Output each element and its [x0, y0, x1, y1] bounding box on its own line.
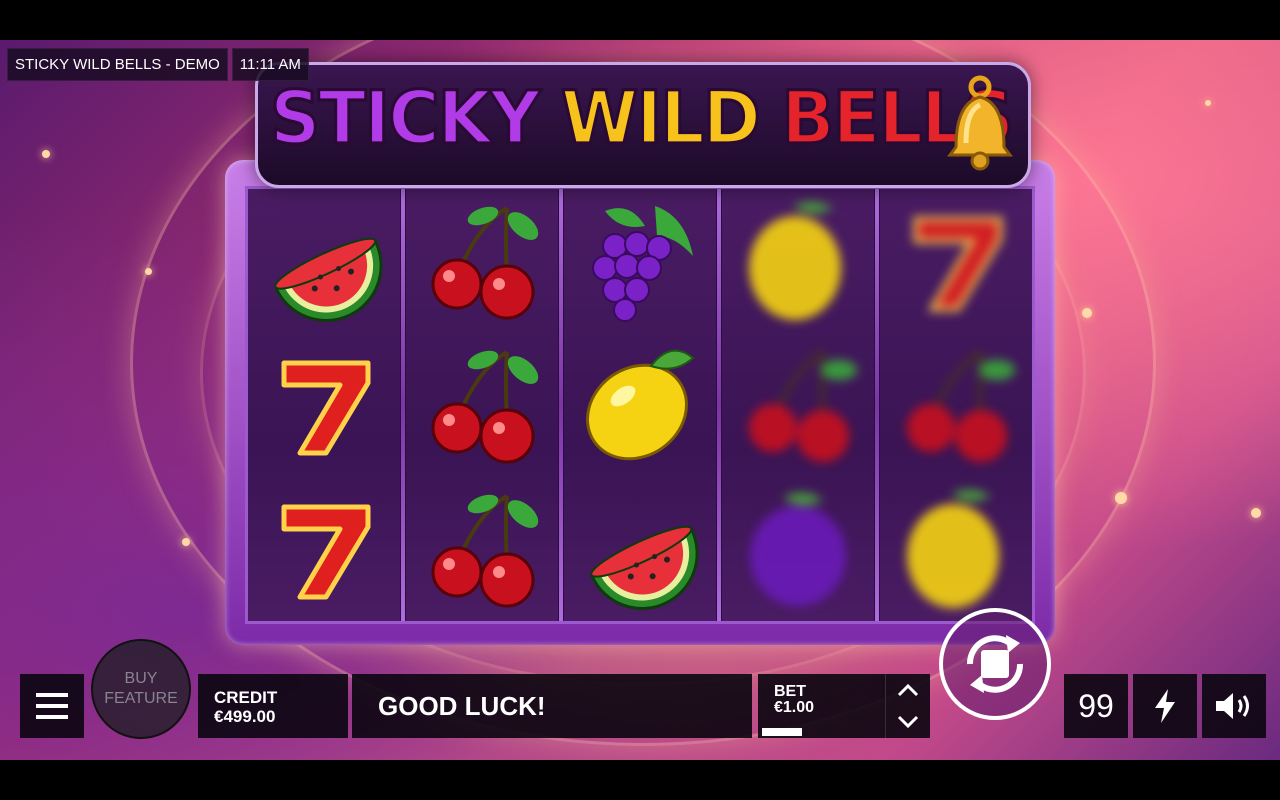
top-info-bar: STICKY WILD BELLS - DEMO 11:11 AM	[7, 48, 309, 81]
menu-button[interactable]	[20, 674, 84, 738]
sparkle	[1205, 100, 1211, 106]
bet-level-bar	[762, 728, 802, 736]
sparkle	[1251, 508, 1261, 518]
credit-value: €499.00	[214, 707, 276, 726]
seven-symbol	[254, 335, 394, 475]
cherries-symbol	[728, 335, 868, 475]
reel-4	[722, 189, 879, 621]
speaker-icon	[1216, 693, 1249, 719]
cherries-symbol	[412, 191, 552, 331]
logo-word-sticky: STICKY	[269, 73, 543, 162]
bet-display: BET €1.00	[774, 684, 814, 716]
sound-button[interactable]	[1202, 674, 1266, 738]
clock-label: 11:11 AM	[231, 48, 309, 81]
autoplay-count: 99	[1078, 687, 1114, 724]
credit-label: CREDIT	[214, 688, 278, 707]
game-title-label: STICKY WILD BELLS - DEMO	[7, 48, 228, 81]
reel-3	[564, 189, 721, 621]
buy-feature-button[interactable]: BUY FEATURE	[91, 639, 191, 739]
seven-symbol	[254, 479, 394, 619]
sparkle	[145, 268, 152, 275]
game-logo: STICKY WILD BELLS	[255, 62, 1031, 188]
sparkle	[1082, 308, 1092, 318]
reel-1	[248, 189, 405, 621]
message-text: GOOD LUCK!	[378, 690, 546, 721]
spin-stop-button[interactable]	[939, 608, 1051, 720]
lemon-symbol	[728, 191, 868, 331]
logo-word-wild: WILD	[559, 73, 762, 162]
reel-2	[406, 189, 563, 621]
sparkle	[1115, 492, 1127, 504]
credit-display: CREDIT €499.00	[198, 674, 348, 738]
bet-arrows	[885, 674, 930, 738]
chevron-down-icon[interactable]	[897, 715, 919, 729]
cherries-symbol	[412, 335, 552, 475]
hamburger-menu-icon	[36, 693, 68, 719]
buy-feature-label: BUY FEATURE	[104, 670, 178, 707]
autoplay-counter[interactable]: 99	[1064, 674, 1128, 738]
lemon-symbol	[886, 479, 1026, 619]
grapes-symbol	[570, 191, 710, 331]
logo-text: STICKY WILD BELLS	[269, 73, 1016, 162]
chevron-up-icon[interactable]	[897, 683, 919, 697]
reel-grid	[245, 186, 1035, 624]
bet-label: BET	[774, 683, 806, 700]
lightning-icon	[1155, 689, 1175, 723]
message-display: GOOD LUCK!	[352, 674, 752, 738]
plum-symbol	[728, 479, 868, 619]
sparkle	[182, 538, 190, 546]
turbo-button[interactable]	[1133, 674, 1197, 738]
bell-icon	[947, 75, 1013, 171]
watermelon-symbol	[254, 191, 394, 331]
reel-5	[880, 189, 1032, 621]
watermelon-symbol	[570, 479, 710, 619]
lemon-symbol	[570, 335, 710, 475]
bet-control: BET €1.00	[758, 674, 930, 738]
stop-spin-icon	[966, 635, 1024, 693]
reel-frame	[225, 160, 1055, 645]
cherries-symbol	[412, 479, 552, 619]
bet-value: €1.00	[774, 699, 815, 716]
cherries-symbol	[886, 335, 1026, 475]
sparkle	[42, 150, 50, 158]
seven-symbol	[886, 191, 1026, 331]
